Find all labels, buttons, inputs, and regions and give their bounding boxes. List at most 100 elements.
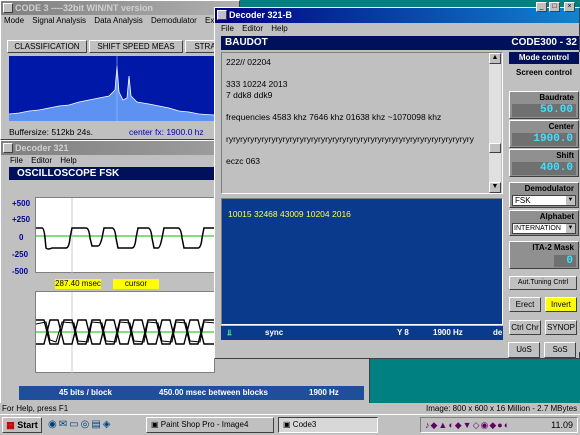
task-code3[interactable]: ▣ Code3 <box>278 417 378 433</box>
mode-control-header[interactable]: Mode control <box>509 52 579 64</box>
decoder-321-title: Decoder 321 <box>15 143 69 153</box>
text-scrollbar[interactable]: ▲ ▼ <box>489 53 501 193</box>
menu-extra[interactable]: Ex <box>205 16 214 25</box>
outlook-icon[interactable]: ✉ <box>59 419 69 430</box>
task-label: Code3 <box>292 420 317 429</box>
image-info: Image: 800 x 600 x 16 Million - 2.7 MByt… <box>426 404 578 413</box>
taskbar: ▦ Start ◉✉▭◎▤◈ ▣ Paint Shop Pro - Image4… <box>0 414 580 435</box>
menu-mode[interactable]: Mode <box>4 16 24 25</box>
baudrate-label: Baudrate <box>539 93 574 102</box>
decoder-status-bar: ⫫ sync Y 8 1900 Hz de <box>221 326 503 340</box>
decoded-line: eczc 063 <box>226 156 261 166</box>
spectrum-display <box>8 56 215 121</box>
synop-button[interactable]: SYNOP <box>545 320 577 335</box>
channels-icon[interactable]: ◎ <box>81 419 92 430</box>
bits-per-block: 45 bits / block <box>59 388 112 397</box>
menu-demodulator[interactable]: Demodulator <box>151 16 197 25</box>
oscilloscope-header: OSCILLOSCOPE FSK <box>9 167 214 180</box>
code3-icon: ▣ <box>283 420 291 429</box>
chevron-down-icon[interactable]: ▼ <box>566 196 575 205</box>
chevron-down-icon[interactable]: ▼ <box>566 224 575 233</box>
erect-button[interactable]: Erect <box>509 297 541 312</box>
ie-icon[interactable]: ◉ <box>48 419 59 430</box>
code300-label: CODE300 - 32 <box>511 37 577 48</box>
buffersize-label: Buffersize: 512kb 24s. <box>9 127 93 137</box>
decoded-line: ryryryryryryryryryryryryryryryryryryryry… <box>226 134 474 144</box>
scroll-up-button[interactable]: ▲ <box>489 53 501 64</box>
y-label-minus500: -500 <box>12 267 29 276</box>
center-display[interactable]: 1900.0 <box>512 133 576 146</box>
baudrate-display[interactable]: 50.00 <box>512 104 576 117</box>
demodulator-value: FSK <box>515 196 531 205</box>
tab-shift-speed-meas[interactable]: SHIFT SPEED MEAS <box>89 40 183 53</box>
code3-window: CODE 3 ----32bit WIN/NT version Mode Sig… <box>0 0 240 140</box>
start-button[interactable]: ▦ Start <box>2 417 42 433</box>
scroll-thumb[interactable] <box>489 143 501 153</box>
screen-control-label[interactable]: Screen control <box>509 67 579 79</box>
start-label: Start <box>17 420 38 430</box>
y-label-zero: 0 <box>19 233 24 242</box>
maximize-button[interactable]: □ <box>549 2 560 12</box>
center-group: Center 1900.0 <box>509 120 579 148</box>
baudrate-group: Baudrate 50.00 <box>509 91 579 119</box>
menu-data-analysis[interactable]: Data Analysis <box>94 16 142 25</box>
y-label-plus500: +500 <box>12 199 31 208</box>
menu-file[interactable]: File <box>10 156 23 165</box>
sos-button[interactable]: SoS <box>544 342 576 358</box>
menu-signal-analysis[interactable]: Signal Analysis <box>32 16 86 25</box>
clock[interactable]: 11.09 <box>551 418 573 432</box>
menu-help[interactable]: Help <box>60 156 76 165</box>
decoded-line <box>226 123 498 134</box>
y-axis-labels: +500 +250 0 -250 -500 <box>12 199 36 279</box>
tab-classification[interactable]: CLASSIFICATION <box>7 40 87 53</box>
menu-file[interactable]: File <box>221 24 234 33</box>
status-y: Y 8 <box>397 328 409 337</box>
close-button[interactable]: × <box>564 2 575 12</box>
menu-editor[interactable]: Editor <box>31 156 52 165</box>
decoder-321b-window: Decoder 321-B File Editor Help BAUDOT CO… <box>214 7 580 359</box>
center-fx-label: center fx: 1900.0 hz <box>129 127 204 137</box>
folder-icon[interactable]: ▤ <box>91 419 102 430</box>
decoded-line <box>226 101 498 112</box>
status-sync: sync <box>265 328 284 337</box>
uos-button[interactable]: UoS <box>508 342 540 358</box>
msec-between-blocks: 450.00 msec between blocks <box>159 388 268 397</box>
window-controls: _ □ × <box>536 2 578 14</box>
task-label: Paint Shop Pro - Image4 <box>160 420 249 429</box>
app-icon[interactable]: ◈ <box>103 419 113 430</box>
app-status-bar: For Help, press F1 Image: 800 x 600 x 16… <box>0 403 580 414</box>
shift-display[interactable]: 400.0 <box>512 162 576 175</box>
decoded-text-area[interactable]: 222// 02204 333 10224 2013 7 ddk8 ddk9 f… <box>221 52 503 194</box>
demodulator-select[interactable]: FSK ▼ <box>512 195 576 206</box>
decoded-line: 7 ddk8 ddk9 <box>226 90 273 100</box>
ita2-mask-label: ITA-2 Mask <box>532 243 574 252</box>
menu-help[interactable]: Help <box>271 24 287 33</box>
blue-output-area[interactable]: 10015 32468 43009 10204 2016 <box>221 198 503 325</box>
status-de: de <box>493 328 503 337</box>
invert-button[interactable]: Invert <box>545 297 577 312</box>
shift-group: Shift 400.0 <box>509 149 579 177</box>
task-paint-shop-pro[interactable]: ▣ Paint Shop Pro - Image4 <box>146 417 274 433</box>
ita2-mask-display[interactable]: 0 <box>554 255 576 267</box>
scroll-down-button[interactable]: ▼ <box>489 182 501 193</box>
cursor-readout[interactable]: cursor <box>113 279 159 289</box>
ita2-mask-group: ITA-2 Mask 0 <box>509 241 579 269</box>
ctrl-chr-button[interactable]: Ctrl Chr <box>509 320 541 335</box>
app-icon <box>217 10 227 20</box>
decoded-line: 222// 02204 <box>226 57 271 67</box>
waveform-plot <box>35 197 216 274</box>
tray-icons[interactable]: ♪◆▲◐◆▼◇◉◆●◐ <box>425 418 510 432</box>
shift-label: Shift <box>556 151 574 160</box>
menu-editor[interactable]: Editor <box>242 24 263 33</box>
decoder-321b-titlebar: Decoder 321-B <box>215 8 579 23</box>
center-label: Center <box>548 122 574 131</box>
desktop-icon[interactable]: ▭ <box>69 419 80 430</box>
decoded-line <box>226 68 498 79</box>
windows-logo-icon: ▦ <box>6 420 15 430</box>
app-icon <box>3 143 13 153</box>
aut-tuning-button[interactable]: Aut.Tuning Cntrl <box>509 276 577 290</box>
minimize-button[interactable]: _ <box>536 2 547 12</box>
blue-output-line: 10015 32468 43009 10204 2016 <box>228 209 351 219</box>
decoded-line <box>226 145 498 156</box>
alphabet-select[interactable]: INTERNATION ▼ <box>512 223 576 234</box>
